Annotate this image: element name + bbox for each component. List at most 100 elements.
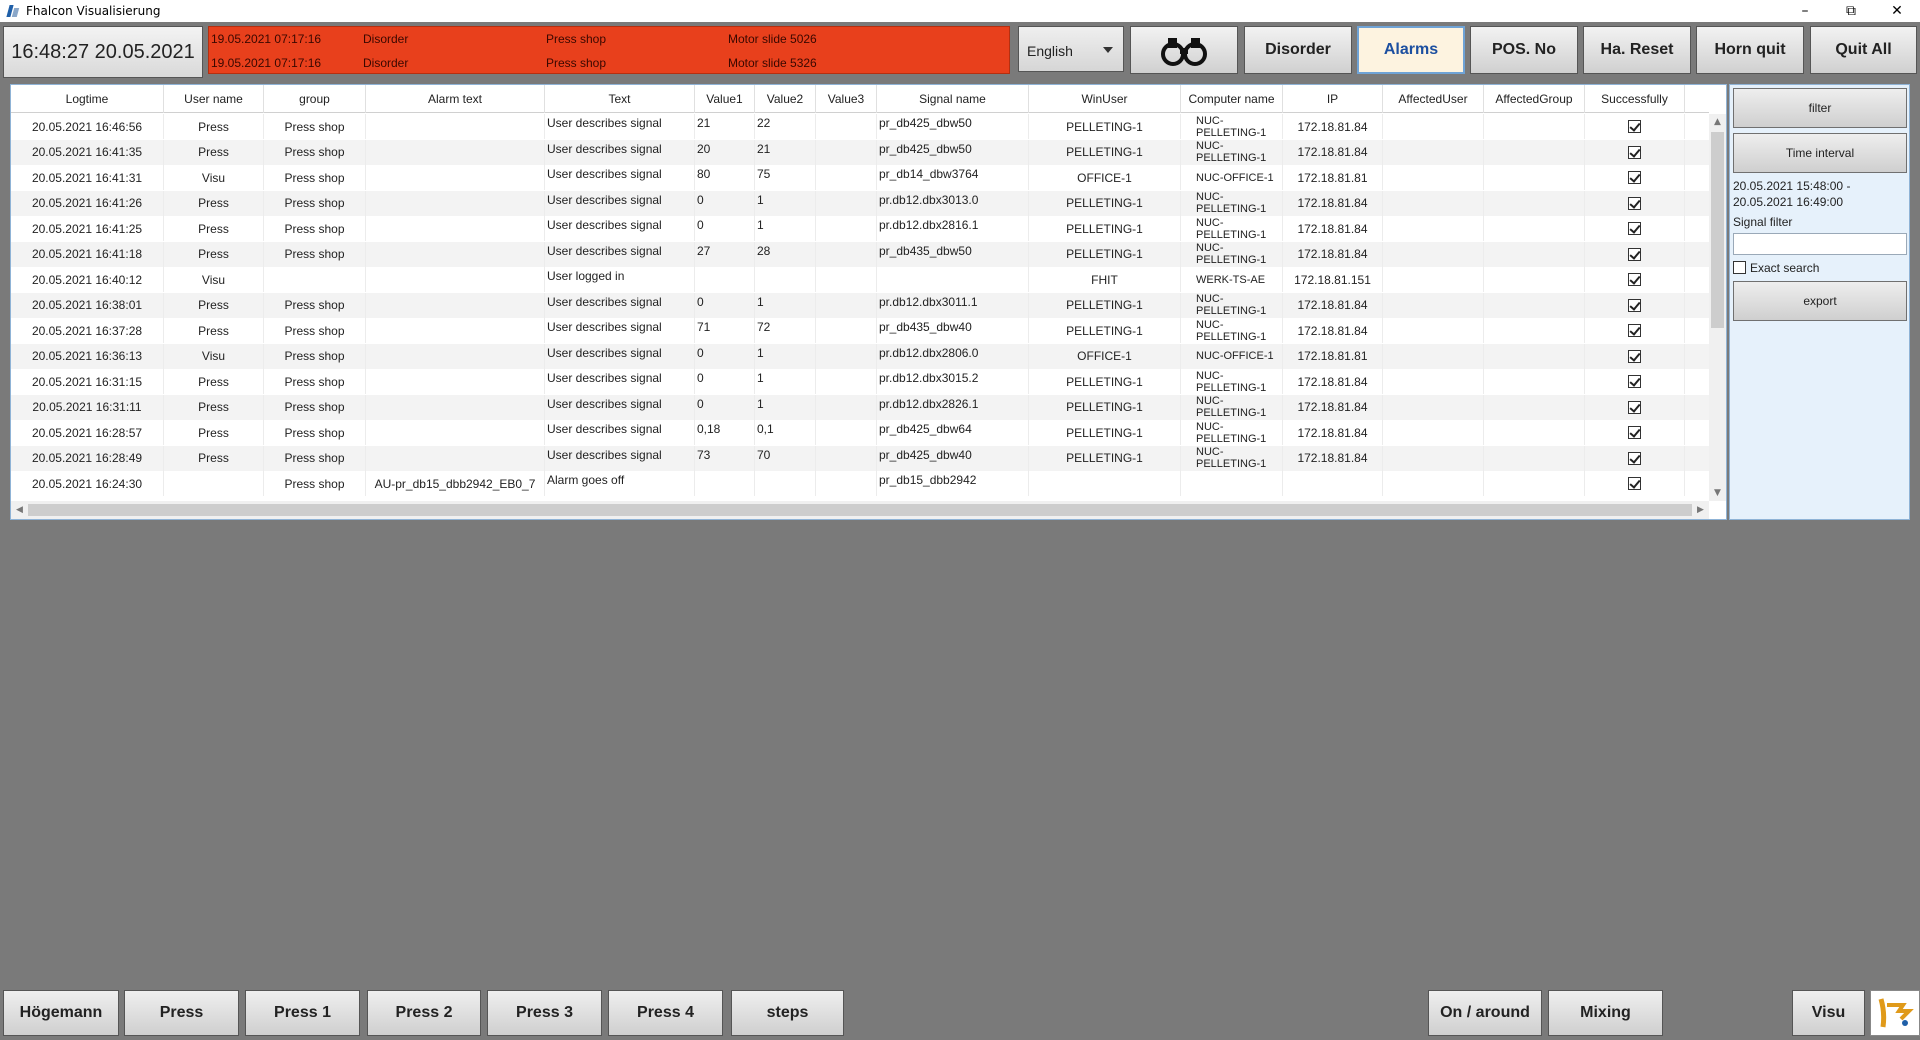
scroll-thumb[interactable]: [1711, 132, 1724, 328]
scroll-left-icon[interactable]: ◀: [11, 501, 28, 519]
nav-button[interactable]: steps: [731, 990, 844, 1036]
success-checkbox[interactable]: [1628, 375, 1641, 388]
scroll-thumb[interactable]: [28, 504, 1692, 516]
time-interval-button[interactable]: Time interval: [1733, 133, 1907, 173]
winuser-header[interactable]: WinUser: [1029, 85, 1181, 113]
table-row[interactable]: 20.05.2021 16:36:13 Visu Press shop User de…: [11, 343, 1709, 369]
table-row[interactable]: 20.05.2021 16:41:18 Press Press shop User d…: [11, 241, 1709, 267]
nav-button[interactable]: Högemann: [3, 990, 119, 1036]
success-checkbox[interactable]: [1628, 196, 1641, 210]
scroll-up-icon[interactable]: ▲: [1709, 114, 1726, 130]
alarm-row[interactable]: 19.05.2021 07:17:16 Disorder Press shop …: [209, 27, 1009, 51]
nav-button[interactable]: Visu: [1792, 990, 1865, 1036]
horizontal-scrollbar[interactable]: ◀ ▶: [11, 501, 1709, 519]
alarm-row[interactable]: 19.05.2021 07:17:16 Disorder Press shop …: [209, 51, 1009, 75]
language-select[interactable]: English: [1018, 26, 1124, 72]
success-checkbox[interactable]: [1628, 120, 1641, 133]
group-header[interactable]: group: [264, 85, 366, 113]
company-logo-button[interactable]: [1870, 990, 1920, 1036]
affected-group-header[interactable]: AffectedGroup: [1484, 85, 1585, 113]
scroll-down-icon[interactable]: ▼: [1709, 485, 1726, 501]
affected-user-header[interactable]: AffectedUser: [1383, 85, 1484, 113]
table-row[interactable]: 20.05.2021 16:41:35 Press Press shop User d…: [11, 139, 1709, 165]
value1-header[interactable]: Value1: [695, 85, 755, 113]
logtime-header[interactable]: Logtime: [11, 85, 164, 113]
user-name-header[interactable]: User name: [164, 85, 264, 113]
signal-filter-input[interactable]: [1733, 233, 1907, 255]
affected-group-cell: [1484, 267, 1585, 292]
v3-cell: [816, 292, 877, 318]
restore-icon[interactable]: ⧉: [1828, 0, 1874, 22]
v3-cell: [816, 420, 877, 445]
scroll-right-icon[interactable]: ▶: [1692, 501, 1709, 519]
nav-button[interactable]: Mixing: [1548, 990, 1663, 1036]
success-checkbox[interactable]: [1628, 273, 1641, 286]
filter-button[interactable]: filter: [1733, 88, 1907, 128]
vertical-scrollbar[interactable]: ▲ ▼: [1709, 114, 1726, 501]
alarm-text-cell: AU-pr_db15_dbb2942_EB0_7: [366, 471, 545, 496]
table-row[interactable]: 20.05.2021 16:37:28 Press Press shop User d…: [11, 318, 1709, 344]
affected-group-cell: [1484, 114, 1585, 139]
table-row[interactable]: 20.05.2021 16:31:15 Press Press shop User d…: [11, 369, 1709, 395]
table-row[interactable]: 20.05.2021 16:41:25 Press Press shop User d…: [11, 216, 1709, 242]
pos-no-button[interactable]: POS. No: [1470, 26, 1578, 74]
alarm-text-cell: [366, 139, 545, 165]
success-checkbox[interactable]: [1628, 349, 1641, 363]
active-alarm-banner[interactable]: 19.05.2021 07:17:16 Disorder Press shop …: [208, 26, 1010, 74]
success-checkbox[interactable]: [1628, 145, 1641, 159]
success-checkbox[interactable]: [1628, 400, 1641, 414]
signal-cell: pr_db14_dbw3764: [877, 165, 1029, 190]
success-checkbox[interactable]: [1628, 451, 1641, 465]
exact-search-checkbox[interactable]: [1733, 261, 1746, 274]
disorder-button[interactable]: Disorder: [1244, 26, 1352, 74]
affected-group-cell: [1484, 190, 1585, 216]
alarm-text-header[interactable]: Alarm text: [366, 85, 545, 113]
quit-all-button[interactable]: Quit All: [1810, 26, 1917, 74]
success-checkbox[interactable]: [1628, 324, 1641, 337]
success-checkbox[interactable]: [1628, 222, 1641, 235]
signal-filter-label: Signal filter: [1733, 215, 1793, 229]
alarm-text-cell: [366, 216, 545, 241]
table-row[interactable]: 20.05.2021 16:46:56 Press Press shop User d…: [11, 114, 1709, 140]
table-row[interactable]: 20.05.2021 16:41:31 Visu Press shop User de…: [11, 165, 1709, 191]
value3-header[interactable]: Value3: [816, 85, 877, 113]
table-row[interactable]: 20.05.2021 16:40:12 Visu User logged in FHI…: [11, 267, 1709, 293]
nav-button[interactable]: On / around: [1428, 990, 1542, 1036]
computer-name-cell: NUC- PELLETING-1: [1181, 394, 1283, 420]
alarms-button[interactable]: Alarms: [1357, 26, 1465, 74]
success-checkbox[interactable]: [1628, 298, 1641, 312]
v2-cell: 1: [755, 369, 816, 394]
minimize-icon[interactable]: –: [1782, 0, 1828, 22]
search-binoculars-button[interactable]: [1130, 26, 1238, 74]
nav-button[interactable]: Press 3: [487, 990, 602, 1036]
text-header[interactable]: Text: [545, 85, 695, 113]
nav-button[interactable]: Press 2: [367, 990, 481, 1036]
success-checkbox[interactable]: [1628, 477, 1641, 490]
nav-button[interactable]: Press 4: [608, 990, 723, 1036]
affected-user-cell: [1383, 420, 1484, 445]
table-row[interactable]: 20.05.2021 16:28:57 Press Press shop User d…: [11, 420, 1709, 446]
success-checkbox[interactable]: [1628, 426, 1641, 439]
success-checkbox[interactable]: [1628, 247, 1641, 261]
nav-button[interactable]: Press: [124, 990, 239, 1036]
signal-name-header[interactable]: Signal name: [877, 85, 1029, 113]
table-row[interactable]: 20.05.2021 16:41:26 Press Press shop User d…: [11, 190, 1709, 216]
horn-quit-button[interactable]: Horn quit: [1696, 26, 1804, 74]
close-icon[interactable]: ✕: [1874, 0, 1920, 22]
signal-cell: pr.db12.dbx2816.1: [877, 216, 1029, 241]
table-row[interactable]: 20.05.2021 16:38:01 Press Press shop User d…: [11, 292, 1709, 318]
winuser-cell: PELLETING-1: [1029, 369, 1181, 394]
computer-name-header[interactable]: Computer name: [1181, 85, 1283, 113]
table-row[interactable]: 20.05.2021 16:24:30 Press shop AU-pr_db15_…: [11, 471, 1709, 497]
table-row[interactable]: 20.05.2021 16:31:11 Press Press shop User d…: [11, 394, 1709, 420]
success-checkbox[interactable]: [1628, 171, 1641, 184]
successfully-header[interactable]: Successfully: [1585, 85, 1685, 113]
computer-name-line: NUC-: [1196, 216, 1224, 229]
horn-reset-button[interactable]: Ha. Reset: [1583, 26, 1691, 74]
ip-header[interactable]: IP: [1283, 85, 1383, 113]
nav-button[interactable]: Press 1: [245, 990, 360, 1036]
export-button[interactable]: export: [1733, 281, 1907, 321]
table-row[interactable]: 20.05.2021 16:28:49 Press Press shop User d…: [11, 445, 1709, 471]
clock-display[interactable]: 16:48:27 20.05.2021: [3, 26, 203, 78]
value2-header[interactable]: Value2: [755, 85, 816, 113]
